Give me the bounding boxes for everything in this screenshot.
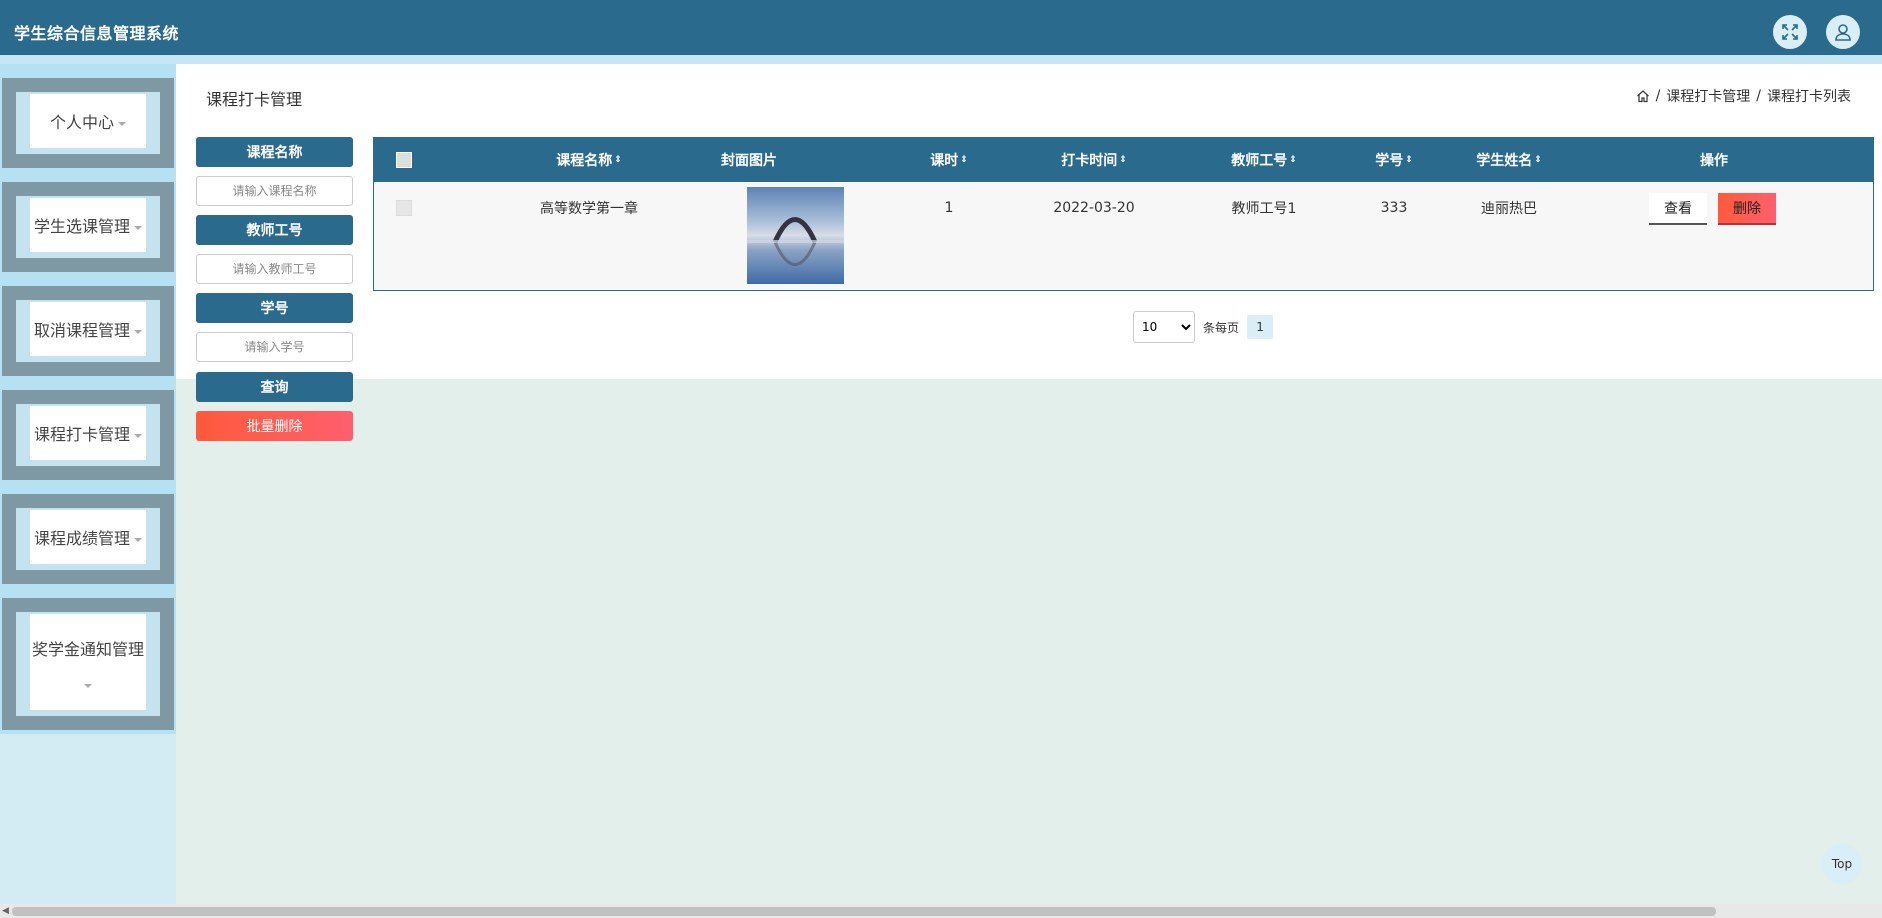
back-to-top-button[interactable]: Top bbox=[1822, 844, 1862, 884]
fullscreen-button[interactable] bbox=[1773, 15, 1807, 49]
cell-teacher-id: 教师工号1 bbox=[1231, 201, 1297, 217]
table-header: 课程名称 ⇕ 封面图片 课时 ⇕ 打卡时间 ⇕ 教师工号 ⇕ 学号 ⇕ 学生姓名 ⇕ 操作 bbox=[374, 138, 1873, 182]
query-button[interactable]: 查询 bbox=[196, 372, 353, 402]
row-checkbox[interactable] bbox=[396, 200, 412, 216]
column-header-course[interactable]: 课程名称 ⇕ bbox=[504, 138, 674, 182]
sidebar-item-scholarship-notice[interactable]: 奖学金通知管理 bbox=[2, 598, 174, 730]
sidebar-item-label: 课程成绩管理 bbox=[33, 529, 130, 548]
page-title: 课程打卡管理 bbox=[206, 90, 303, 109]
breadcrumb-separator: / bbox=[1655, 88, 1661, 104]
scrollbar-thumb[interactable] bbox=[12, 907, 1716, 916]
user-icon bbox=[1835, 24, 1851, 41]
breadcrumb-level1[interactable]: 课程打卡管理 bbox=[1666, 86, 1750, 106]
breadcrumb-separator: / bbox=[1756, 88, 1761, 104]
course-name-input[interactable] bbox=[196, 176, 353, 206]
sort-icon: ⇕ bbox=[614, 154, 622, 165]
fullscreen-icon bbox=[1782, 24, 1798, 40]
delete-button[interactable]: 删除 bbox=[1718, 193, 1776, 225]
sort-icon: ⇕ bbox=[1405, 154, 1413, 165]
sort-icon: ⇕ bbox=[1534, 154, 1542, 165]
cell-course: 高等数学第一章 bbox=[540, 201, 638, 217]
sidebar-item-label: 奖学金通知管理 bbox=[31, 640, 144, 659]
sidebar-item-label: 学生选课管理 bbox=[33, 217, 130, 236]
sidebar-item-personal-center[interactable]: 个人中心 bbox=[2, 78, 174, 168]
column-header-student-name[interactable]: 学生姓名 ⇕ bbox=[1449, 138, 1569, 182]
column-header-cover: 封面图片 bbox=[721, 153, 777, 169]
chevron-down-icon bbox=[84, 684, 92, 688]
bridge-image-icon bbox=[747, 217, 844, 266]
column-header-time[interactable]: 打卡时间 ⇕ bbox=[1034, 138, 1154, 182]
user-button[interactable] bbox=[1826, 15, 1860, 49]
chevron-down-icon bbox=[134, 537, 142, 542]
column-header-actions: 操作 bbox=[1700, 153, 1728, 169]
pagination: 10 条每页 1 bbox=[1133, 311, 1274, 343]
cell-time: 2022-03-20 bbox=[1053, 200, 1135, 216]
batch-delete-button[interactable]: 批量删除 bbox=[196, 411, 353, 441]
cell-hours: 1 bbox=[944, 200, 954, 216]
header-divider bbox=[0, 55, 1882, 64]
app-title: 学生综合信息管理系统 bbox=[14, 24, 180, 43]
cell-student-no: 333 bbox=[1380, 200, 1408, 216]
sort-icon: ⇕ bbox=[1289, 154, 1297, 165]
chevron-down-icon bbox=[134, 329, 142, 334]
cover-image bbox=[747, 187, 844, 284]
teacher-id-input[interactable] bbox=[196, 254, 353, 284]
student-no-input[interactable] bbox=[196, 332, 353, 362]
select-all-checkbox[interactable] bbox=[396, 152, 412, 168]
cell-student-name: 迪丽热巴 bbox=[1481, 201, 1537, 217]
sidebar: 个人中心 学生选课管理 取消课程管理 课程打卡管理 课程成绩管理 奖学金通知管理 bbox=[0, 64, 176, 904]
breadcrumb-level2: 课程打卡列表 bbox=[1767, 89, 1851, 105]
top-header-bar: 学生综合信息管理系统 bbox=[0, 0, 1882, 55]
column-header-hours[interactable]: 课时 ⇕ bbox=[904, 138, 994, 182]
page-number-current[interactable]: 1 bbox=[1247, 315, 1274, 339]
teacher-id-label: 教师工号 bbox=[196, 215, 353, 245]
sidebar-item-course-selection[interactable]: 学生选课管理 bbox=[2, 182, 174, 272]
sidebar-item-cancel-course[interactable]: 取消课程管理 bbox=[2, 286, 174, 376]
horizontal-scrollbar[interactable]: ◀ bbox=[0, 904, 1882, 918]
breadcrumb: / 课程打卡管理 / 课程打卡列表 bbox=[1636, 86, 1851, 106]
course-name-label: 课程名称 bbox=[196, 137, 353, 167]
chevron-down-icon bbox=[118, 121, 126, 126]
sidebar-item-course-checkin[interactable]: 课程打卡管理 bbox=[2, 390, 174, 480]
chevron-down-icon bbox=[134, 433, 142, 438]
sidebar-item-label: 课程打卡管理 bbox=[33, 425, 130, 444]
column-header-teacher-id[interactable]: 教师工号 ⇕ bbox=[1204, 138, 1324, 182]
student-no-label: 学号 bbox=[196, 293, 353, 323]
sort-icon: ⇕ bbox=[960, 154, 968, 165]
home-icon[interactable] bbox=[1636, 89, 1650, 103]
sidebar-item-course-grades[interactable]: 课程成绩管理 bbox=[2, 494, 174, 584]
column-header-student-no[interactable]: 学号 ⇕ bbox=[1349, 138, 1439, 182]
chevron-down-icon bbox=[134, 225, 142, 230]
page-size-select[interactable]: 10 bbox=[1133, 311, 1195, 343]
sort-icon: ⇕ bbox=[1119, 154, 1127, 165]
sidebar-item-label: 取消课程管理 bbox=[33, 321, 130, 340]
sidebar-item-label: 个人中心 bbox=[49, 113, 114, 132]
checkin-table: 课程名称 ⇕ 封面图片 课时 ⇕ 打卡时间 ⇕ 教师工号 ⇕ 学号 ⇕ 学生姓名 ⇕ 操作 … bbox=[373, 137, 1874, 291]
per-page-label: 条每页 bbox=[1203, 320, 1240, 335]
scroll-left-icon[interactable]: ◀ bbox=[2, 906, 9, 916]
view-button[interactable]: 查看 bbox=[1649, 193, 1707, 225]
